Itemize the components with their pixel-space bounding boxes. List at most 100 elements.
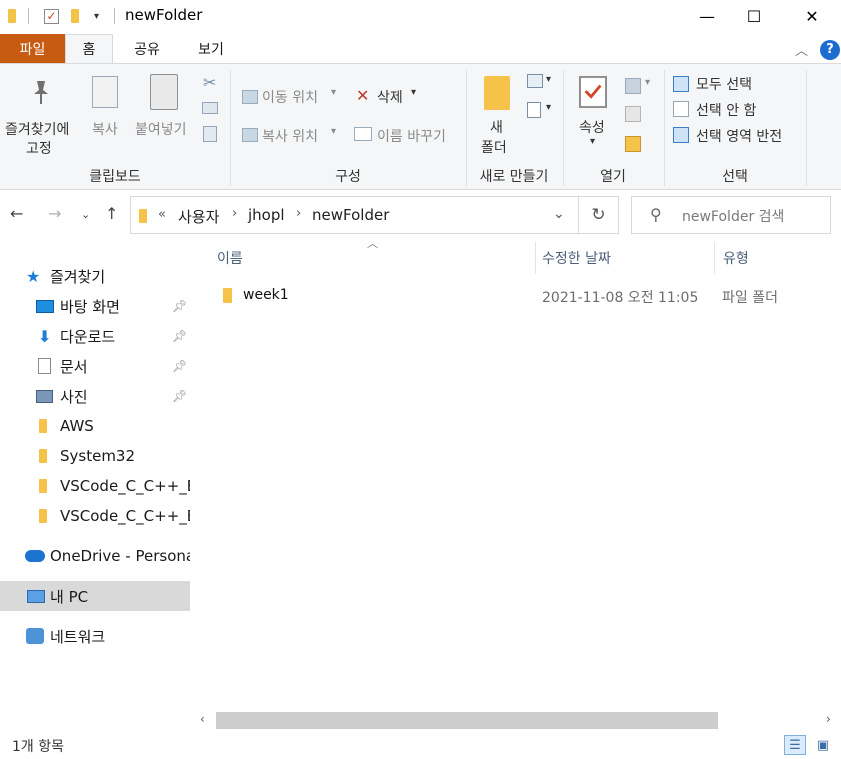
pin-label-line1: 즐겨찾기에 [5, 122, 70, 138]
divider [114, 8, 115, 24]
rename-icon [354, 127, 372, 141]
new-item-icon[interactable] [527, 74, 543, 88]
pin-icon[interactable]: 📌︎ [172, 329, 187, 343]
scroll-left-icon[interactable]: ‹ [200, 712, 205, 726]
customize-quick-access-icon[interactable]: ▾ [94, 7, 99, 25]
close-button[interactable]: ✕ [789, 0, 835, 32]
breadcrumb-current[interactable]: newFolder [312, 206, 389, 224]
breadcrumb-user[interactable]: jhopl [248, 206, 285, 224]
select-none-button[interactable]: 선택 안 함 [696, 100, 756, 120]
nav-item-downloads[interactable]: ⬇ 다운로드 📌︎ [0, 321, 190, 351]
copy-to-button[interactable]: 복사 위치 [262, 126, 318, 146]
file-type: 파일 폴더 [722, 290, 778, 306]
invert-selection-button[interactable]: 선택 영역 반전 [696, 126, 782, 146]
file-modified: 2021-11-08 오전 11:05 [542, 290, 699, 306]
title-bar: ✓ ▾ newFolder — ☐ ✕ [0, 0, 841, 32]
file-row[interactable]: week1 2021-11-08 오전 11:05 파일 폴더 [212, 281, 822, 309]
pin-icon[interactable]: 📌︎ [172, 389, 187, 403]
column-divider[interactable] [714, 242, 715, 274]
nav-item-system32[interactable]: System32 [0, 441, 190, 471]
nav-item-vscode-2[interactable]: VSCode_C_C++_EN [0, 501, 190, 531]
easy-access-dropdown-icon[interactable]: ▾ [546, 102, 551, 113]
nav-item-pictures[interactable]: 사진 📌︎ [0, 381, 190, 411]
details-view-icon[interactable]: ☰ [784, 735, 806, 755]
file-name: week1 [243, 287, 289, 303]
properties-button[interactable] [579, 76, 607, 112]
recent-locations-icon[interactable]: ⌄ [81, 208, 90, 221]
new-folder-quick-icon[interactable] [71, 7, 79, 25]
search-input[interactable]: newFolder 검색 [682, 206, 784, 226]
chevron-right-icon[interactable]: › [296, 206, 301, 221]
nav-this-pc[interactable]: 내 PC [0, 581, 190, 611]
nav-item-desktop[interactable]: 바탕 화면 📌︎ [0, 291, 190, 321]
scroll-right-icon[interactable]: › [826, 712, 831, 726]
delete-button[interactable]: 삭제 [377, 87, 403, 107]
document-icon [38, 358, 51, 374]
chevron-right-icon[interactable]: › [232, 206, 237, 221]
pin-icon[interactable]: 📌︎ [172, 299, 187, 313]
open-icon[interactable] [625, 78, 641, 94]
properties-quick-icon[interactable]: ✓ [44, 7, 59, 25]
pin-quick-access-button[interactable] [28, 78, 54, 110]
nav-item-documents[interactable]: 문서 📌︎ [0, 351, 190, 381]
horizontal-scrollbar[interactable]: ‹ › [192, 710, 841, 731]
paste-shortcut-icon[interactable] [203, 126, 217, 142]
address-dropdown-icon[interactable]: ⌄ [553, 206, 565, 222]
new-item-dropdown-icon[interactable]: ▾ [546, 74, 551, 85]
copy-button[interactable] [92, 76, 118, 108]
column-header-type[interactable]: 유형 [723, 248, 749, 268]
nav-item-vscode-1[interactable]: VSCode_C_C++_EN [0, 471, 190, 501]
navigation-pane: ★ 즐겨찾기 바탕 화면 📌︎ ⬇ 다운로드 📌︎ 문서 📌︎ 사진 📌︎ AW… [0, 238, 190, 738]
tab-view[interactable]: 보기 [182, 34, 240, 63]
back-arrow-icon[interactable]: ← [10, 204, 23, 223]
up-arrow-icon[interactable]: ↑ [105, 204, 118, 223]
maximize-button[interactable]: ☐ [731, 0, 777, 32]
column-divider[interactable] [535, 242, 536, 274]
nav-label: AWS [60, 417, 94, 435]
nav-label: OneDrive - Personal [50, 547, 190, 565]
collapse-ribbon-icon[interactable]: ︿ [795, 40, 808, 59]
minimize-button[interactable]: — [684, 0, 730, 32]
help-icon[interactable]: ? [820, 40, 840, 60]
nav-label: System32 [60, 447, 136, 465]
breadcrumb-overflow[interactable]: « [158, 207, 166, 222]
pin-icon[interactable]: 📌︎ [172, 359, 187, 373]
copy-to-dropdown-icon[interactable]: ▾ [331, 126, 336, 137]
tab-file[interactable]: 파일 [0, 34, 65, 63]
nav-item-aws[interactable]: AWS [0, 411, 190, 441]
breadcrumb-users[interactable]: 사용자 [178, 206, 219, 227]
folder-icon [39, 479, 47, 493]
forward-arrow-icon[interactable]: → [48, 204, 61, 223]
nav-onedrive[interactable]: OneDrive - Personal [0, 541, 190, 571]
column-header-modified[interactable]: 수정한 날짜 [542, 248, 611, 268]
refresh-icon[interactable]: ↻ [579, 196, 619, 234]
edit-icon[interactable] [625, 106, 641, 122]
paste-button[interactable] [150, 74, 178, 110]
folder-icon [39, 449, 47, 463]
nav-network[interactable]: 네트워크 [0, 621, 190, 651]
computer-icon [27, 589, 45, 603]
tab-home[interactable]: 홈 [65, 34, 113, 63]
tab-share[interactable]: 공유 [118, 34, 176, 63]
properties-dropdown-icon[interactable]: ▾ [590, 136, 595, 147]
search-icon: ⚲ [650, 205, 662, 224]
delete-dropdown-icon[interactable]: ▾ [411, 87, 416, 98]
cut-icon[interactable]: ✂ [203, 73, 216, 92]
copy-path-icon[interactable] [202, 102, 218, 114]
scrollbar-thumb[interactable] [216, 712, 718, 729]
address-bar[interactable]: « 사용자 › jhopl › newFolder ⌄ [130, 196, 579, 234]
nav-quick-access[interactable]: ★ 즐겨찾기 [0, 261, 190, 291]
move-to-dropdown-icon[interactable]: ▾ [331, 87, 336, 98]
copy-to-icon [242, 128, 258, 142]
history-icon[interactable] [625, 136, 641, 152]
large-icons-view-icon[interactable]: ▣ [812, 735, 834, 755]
open-dropdown-icon[interactable]: ▾ [645, 77, 650, 88]
select-all-button[interactable]: 모두 선택 [696, 74, 752, 94]
new-folder-button[interactable] [484, 76, 510, 110]
move-to-button[interactable]: 이동 위치 [262, 87, 318, 107]
column-header-name[interactable]: 이름 [217, 248, 243, 268]
easy-access-icon[interactable] [527, 102, 541, 118]
search-box[interactable]: ⚲ newFolder 검색 [631, 196, 831, 234]
new-folder-label-line2: 폴더 [481, 140, 507, 156]
rename-button[interactable]: 이름 바꾸기 [377, 126, 446, 146]
